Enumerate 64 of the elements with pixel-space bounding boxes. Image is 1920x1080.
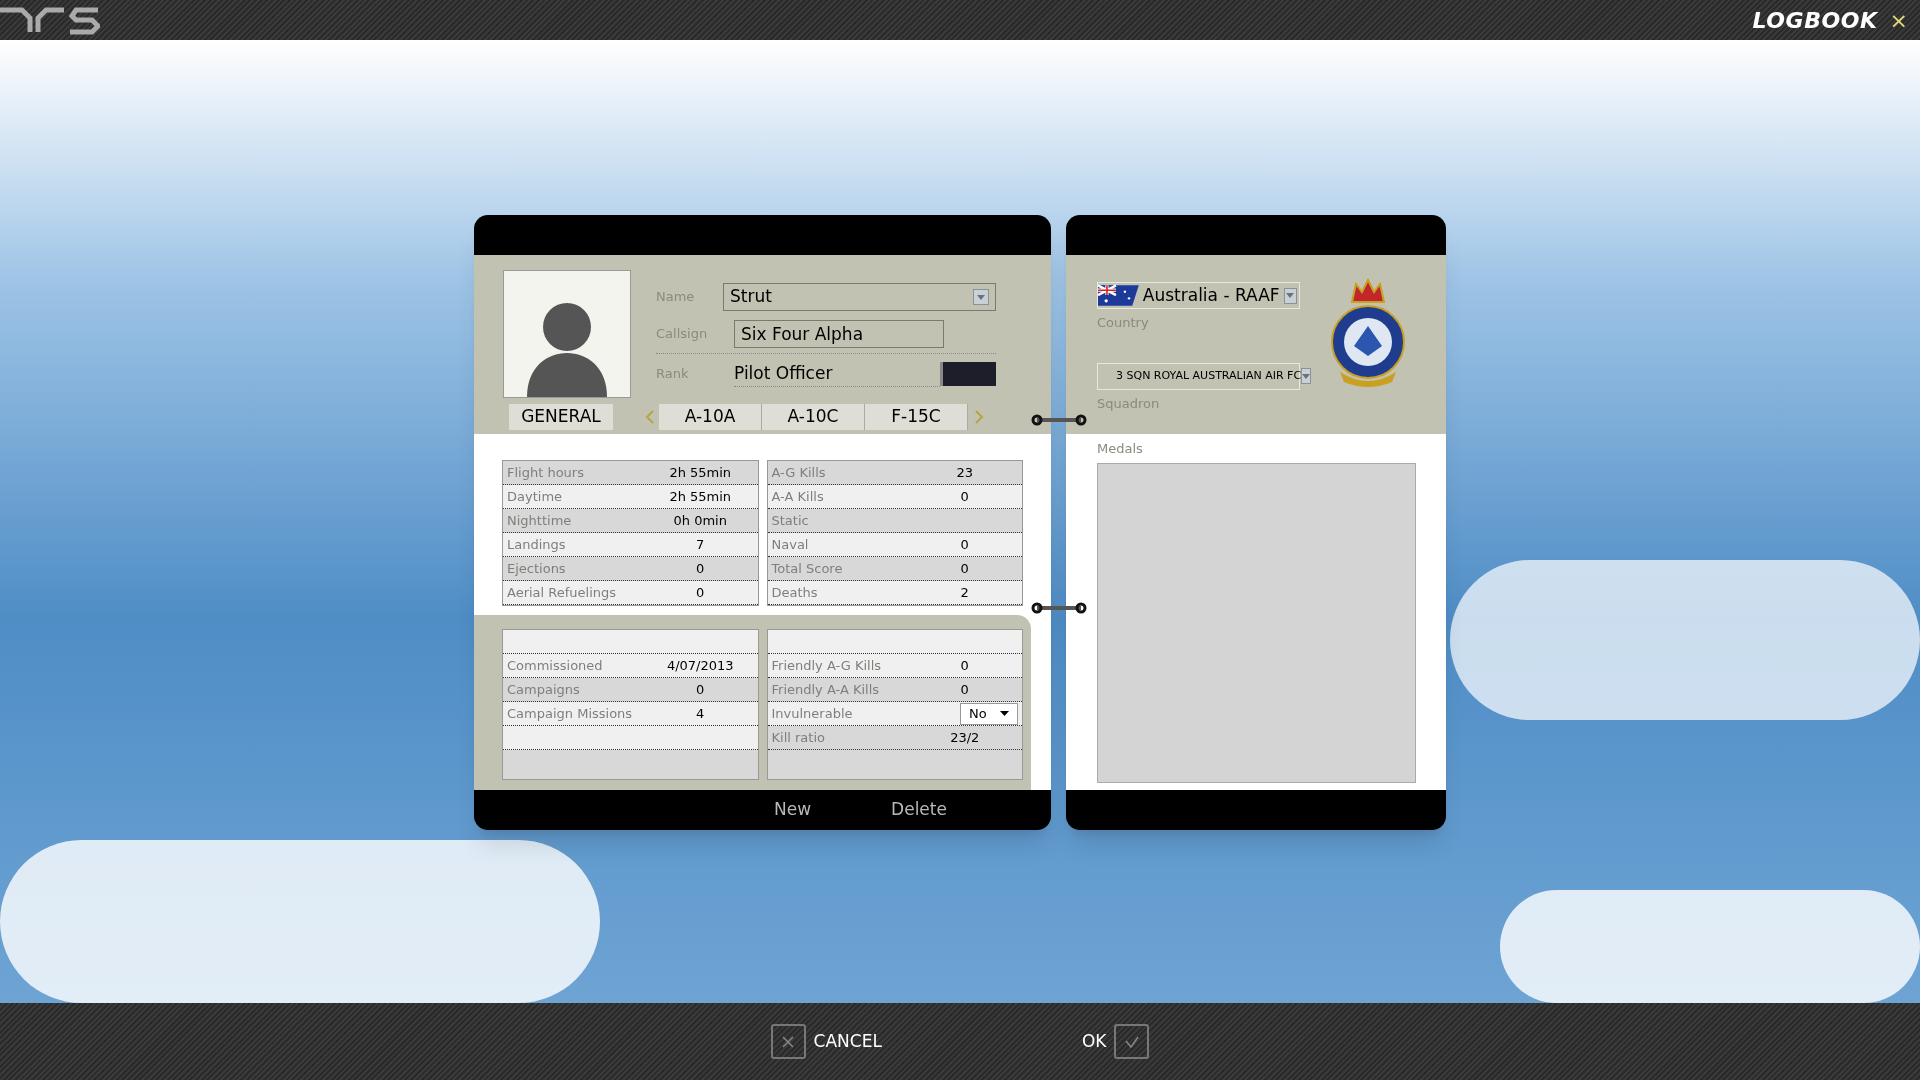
stat-label: Friendly A-A Kills [771,680,881,699]
stat-value: 2h 55min [668,463,733,482]
stat-label: A-A Kills [771,487,825,506]
stat-label: Friendly A-G Kills [771,656,883,675]
stat-label: Daytime [507,487,564,506]
stat-label: Invulnerable [771,704,854,723]
close-icon [770,1024,806,1059]
stat-label: Static [771,511,810,530]
stat-value: 0 [959,535,970,554]
stat-label: Aerial Refuelings [507,583,618,602]
check-icon [1114,1024,1150,1059]
callsign-input[interactable]: Six Four Alpha [734,319,944,348]
stat-value: 23/2 [949,728,981,747]
stat-value: 0 [959,559,970,578]
stat-label: Total Score [771,559,844,578]
aircraft-tab[interactable]: A-10C [762,404,865,430]
stat-value: 4/07/2013 [665,656,735,675]
country-value: Australia - RAAF [1142,283,1280,307]
name-dropdown[interactable]: Strut [723,283,996,311]
country-label: Country [1097,314,1150,332]
caret-icon [1000,711,1009,716]
medals-label: Medals [1097,440,1144,458]
stat-value: 7 [695,535,706,554]
stat-value: 0 [695,559,706,578]
stat-label: Commissioned [507,656,604,675]
page-action-button[interactable]: New [774,797,812,823]
name-label: Name [656,288,696,307]
close-button[interactable]: × [1877,3,1920,37]
callsign-label: Callsign [656,324,709,343]
stat-label: Kill ratio [771,728,826,747]
window-title: LOGBOOK [1752,6,1878,35]
stat-label: Ejections [507,559,567,578]
page-action-button[interactable]: Delete [891,797,947,823]
stat-label: Landings [507,535,567,554]
stat-value: 4 [695,704,706,723]
aircraft-tab[interactable]: F-15C [865,404,968,430]
rank-insignia-icon [940,362,996,386]
stat-label: Campaigns [507,680,581,699]
stat-value: 0 [959,487,970,506]
binder-ring-icon [1031,601,1087,615]
invulnerable-select[interactable]: No [960,702,1018,725]
cancel-button[interactable]: CANCEL [770,1024,882,1059]
aircraft-tab[interactable]: A-10A [659,404,762,430]
stat-value: 0 [959,680,970,699]
stat-label: A-G Kills [771,463,827,482]
country-dropdown[interactable]: Australia - RAAF [1097,282,1300,309]
stat-value: 0 [695,583,706,602]
stat-value: 2 [959,583,970,602]
rank-label: Rank [656,365,690,384]
stat-label: Flight hours [507,463,585,482]
stat-value: 2h 55min [668,487,733,506]
squadron-label: Squadron [1097,394,1161,413]
ok-button[interactable]: OK [1081,1024,1150,1059]
stat-label: Deaths [771,583,819,602]
stat-label: Naval [771,535,810,554]
stat-value: 0 [959,656,970,675]
binder-ring-icon [1031,413,1087,427]
flag-icon [1098,283,1139,308]
stat-value: 23 [955,463,974,482]
stat-label: Nighttime [507,511,573,530]
stat-label: Campaign Missions [507,704,634,723]
stat-value: 0 [695,680,706,699]
stat-value: 0h 0min [672,511,728,530]
general-tab[interactable]: GENERAL [509,404,613,430]
